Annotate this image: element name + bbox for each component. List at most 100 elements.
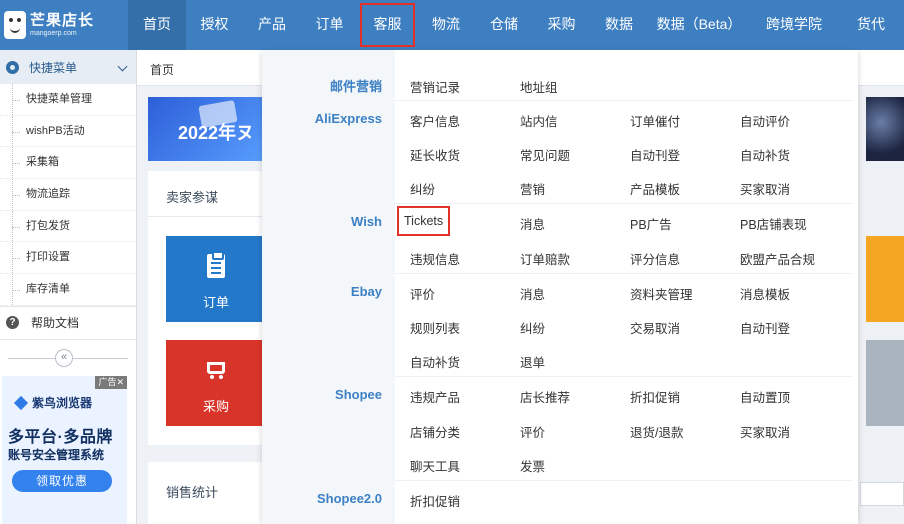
menu-item-messages[interactable]: 消息 [520, 214, 545, 233]
menu-item-chat-tool[interactable]: 聊天工具 [410, 456, 460, 475]
menu-item-message-template[interactable]: 消息模板 [740, 284, 790, 303]
menu-item-violating-products[interactable]: 违规产品 [410, 387, 460, 406]
menu-item-site-messages[interactable]: 站内信 [520, 111, 558, 130]
panel-title: 销售统计 [166, 485, 219, 500]
close-icon[interactable]: ✕ [116, 377, 124, 387]
divider [148, 216, 266, 217]
menu-item-violations[interactable]: 违规信息 [410, 249, 460, 268]
menu-item-tickets[interactable]: Tickets [396, 206, 451, 236]
logo[interactable]: 芒果店长 mangoerp.com [0, 0, 128, 50]
promo-banner-right[interactable] [866, 97, 904, 161]
sidebar-item-pack-ship[interactable]: 打包发货 [0, 210, 136, 243]
sidebar-item-logistics-tracking[interactable]: 物流追踪 [0, 179, 136, 211]
logo-title: 芒果店长 [30, 11, 95, 29]
menu-item-faq[interactable]: 常见问题 [520, 145, 570, 164]
nav-purchase[interactable]: 采购 [533, 0, 590, 50]
nav-home[interactable]: 首页 [128, 0, 186, 50]
menu-item-pb-ads[interactable]: PB广告 [630, 214, 672, 233]
sidebar-collapse: « [0, 340, 136, 376]
category-email-marketing: 邮件营销 [329, 79, 382, 94]
menu-item-rating-info[interactable]: 评分信息 [630, 249, 680, 268]
menu-item-marketing-records[interactable]: 营销记录 [410, 77, 460, 96]
ad-claim-button[interactable]: 领取优惠 [12, 470, 112, 492]
ad-subline: 账号安全管理系统 [8, 448, 105, 462]
brand-logo-icon [13, 395, 29, 410]
nav-logistics[interactable]: 物流 [417, 0, 475, 50]
menu-item-buyer-cancel[interactable]: 买家取消 [740, 179, 790, 198]
menu-item-shopee2-discount-promo[interactable]: 折扣促销 [410, 491, 460, 510]
menu-item-return-refund[interactable]: 退货/退款 [630, 422, 683, 441]
purchase-tile-label: 采购 [202, 399, 229, 414]
clipboard-icon [207, 251, 225, 278]
gear-icon [6, 60, 19, 74]
sidebar-item-print-settings[interactable]: 打印设置 [0, 242, 136, 275]
ad-tag[interactable]: 广告✕ [95, 376, 127, 389]
menu-item-feedback[interactable]: 评价 [410, 284, 435, 303]
promo-banner[interactable]: 2022年ヌ [148, 97, 274, 161]
menu-item-auto-restock[interactable]: 自动补货 [740, 145, 790, 164]
menu-item-invoice[interactable]: 发票 [520, 456, 545, 475]
menu-item-rule-list[interactable]: 规则列表 [410, 318, 460, 337]
menu-item-product-template[interactable]: 产品模板 [630, 179, 680, 198]
nav-products[interactable]: 产品 [243, 0, 301, 50]
nav-orders[interactable]: 订单 [301, 0, 358, 50]
nav-warehouse[interactable]: 仓储 [475, 0, 533, 50]
sidebar-item-quick-menu-manage[interactable]: 快捷菜单管理 [0, 84, 136, 116]
nav-data-beta[interactable]: 数据（Beta） [648, 0, 750, 50]
sidebar-item-wishpb[interactable]: wishPB活动 [0, 115, 136, 148]
quick-menu-label: 快捷菜单 [29, 60, 78, 75]
nav-academy[interactable]: 跨境学院 [750, 0, 838, 50]
menu-item-customer-info[interactable]: 客户信息 [410, 111, 460, 130]
menu-item-folder-manage[interactable]: 资料夹管理 [630, 284, 693, 303]
help-docs[interactable]: ? 帮助文档 [0, 305, 136, 340]
orange-tile[interactable] [866, 236, 904, 322]
logo-subtitle: mangoerp.com [30, 29, 77, 37]
menu-item-shopee-reviews[interactable]: 评价 [520, 422, 545, 441]
panel-title: 卖家参谋 [166, 190, 219, 205]
menu-item-discount-promo[interactable]: 折扣促销 [630, 387, 680, 406]
menu-item-order-compensation[interactable]: 订单赔款 [520, 249, 570, 268]
nav-data[interactable]: 数据 [590, 0, 648, 50]
date-input[interactable] [860, 482, 904, 506]
category-ebay: Ebay [350, 284, 382, 299]
menu-item-address-group[interactable]: 地址组 [520, 77, 558, 96]
banner-text: 2022年ヌ [178, 123, 255, 143]
menu-item-auto-bump[interactable]: 自动置顶 [740, 387, 790, 406]
quick-menu-header[interactable]: 快捷菜单 [0, 50, 136, 84]
order-tile[interactable]: 订单 [166, 236, 266, 322]
menu-item-extend-receipt[interactable]: 延长收货 [410, 145, 460, 164]
menu-item-ebay-auto-listing[interactable]: 自动刊登 [740, 318, 790, 337]
menu-item-eu-compliance[interactable]: 欧盟产品合规 [740, 249, 815, 268]
ad-banner[interactable]: 广告✕ 紫鸟浏览器 多平台·多品牌 账号安全管理系统 领取优惠 [2, 376, 127, 524]
cart-icon [207, 362, 225, 379]
menu-item-pb-store-performance[interactable]: PB店铺表现 [740, 214, 807, 233]
sidebar-item-inventory[interactable]: 库存清单 [0, 274, 136, 306]
menu-item-auto-listing[interactable]: 自动刊登 [630, 145, 680, 164]
menu-item-transaction-cancel[interactable]: 交易取消 [630, 318, 680, 337]
gray-tile[interactable] [866, 340, 904, 426]
menu-item-payment-reminder[interactable]: 订单催付 [630, 111, 680, 130]
menu-item-shopee-buyer-cancel[interactable]: 买家取消 [740, 422, 790, 441]
nav-customer-service[interactable]: 客服 [358, 0, 417, 50]
menu-item-auto-review[interactable]: 自动评价 [740, 111, 790, 130]
purchase-tile[interactable]: 采购 [166, 340, 266, 426]
nav-authorization[interactable]: 授权 [186, 0, 243, 50]
menu-item-ebay-messages[interactable]: 消息 [520, 284, 545, 303]
category-aliexpress: AliExpress [314, 111, 382, 126]
collapse-left-icon[interactable]: « [55, 348, 73, 367]
nav-freight-forwarder[interactable]: 货代 [838, 0, 904, 50]
mango-logo-icon [4, 11, 26, 39]
menu-item-returns[interactable]: 退单 [520, 352, 545, 371]
menu-item-ebay-disputes[interactable]: 纠纷 [520, 318, 545, 337]
menu-item-manager-recommend[interactable]: 店长推荐 [520, 387, 570, 406]
sidebar-item-collection-box[interactable]: 采集箱 [0, 147, 136, 180]
menu-item-ebay-auto-restock[interactable]: 自动补货 [410, 352, 460, 371]
category-wish: Wish [351, 214, 382, 229]
menu-item-marketing[interactable]: 营销 [520, 179, 545, 198]
menu-item-shop-category[interactable]: 店铺分类 [410, 422, 460, 441]
menu-item-disputes[interactable]: 纠纷 [410, 179, 435, 198]
divider [395, 273, 852, 274]
quick-menu-list: 快捷菜单管理 wishPB活动 采集箱 物流追踪 打包发货 打印设置 库存清单 [0, 84, 136, 306]
breadcrumb[interactable]: 首页 [150, 61, 174, 78]
help-docs-label: 帮助文档 [31, 316, 80, 331]
